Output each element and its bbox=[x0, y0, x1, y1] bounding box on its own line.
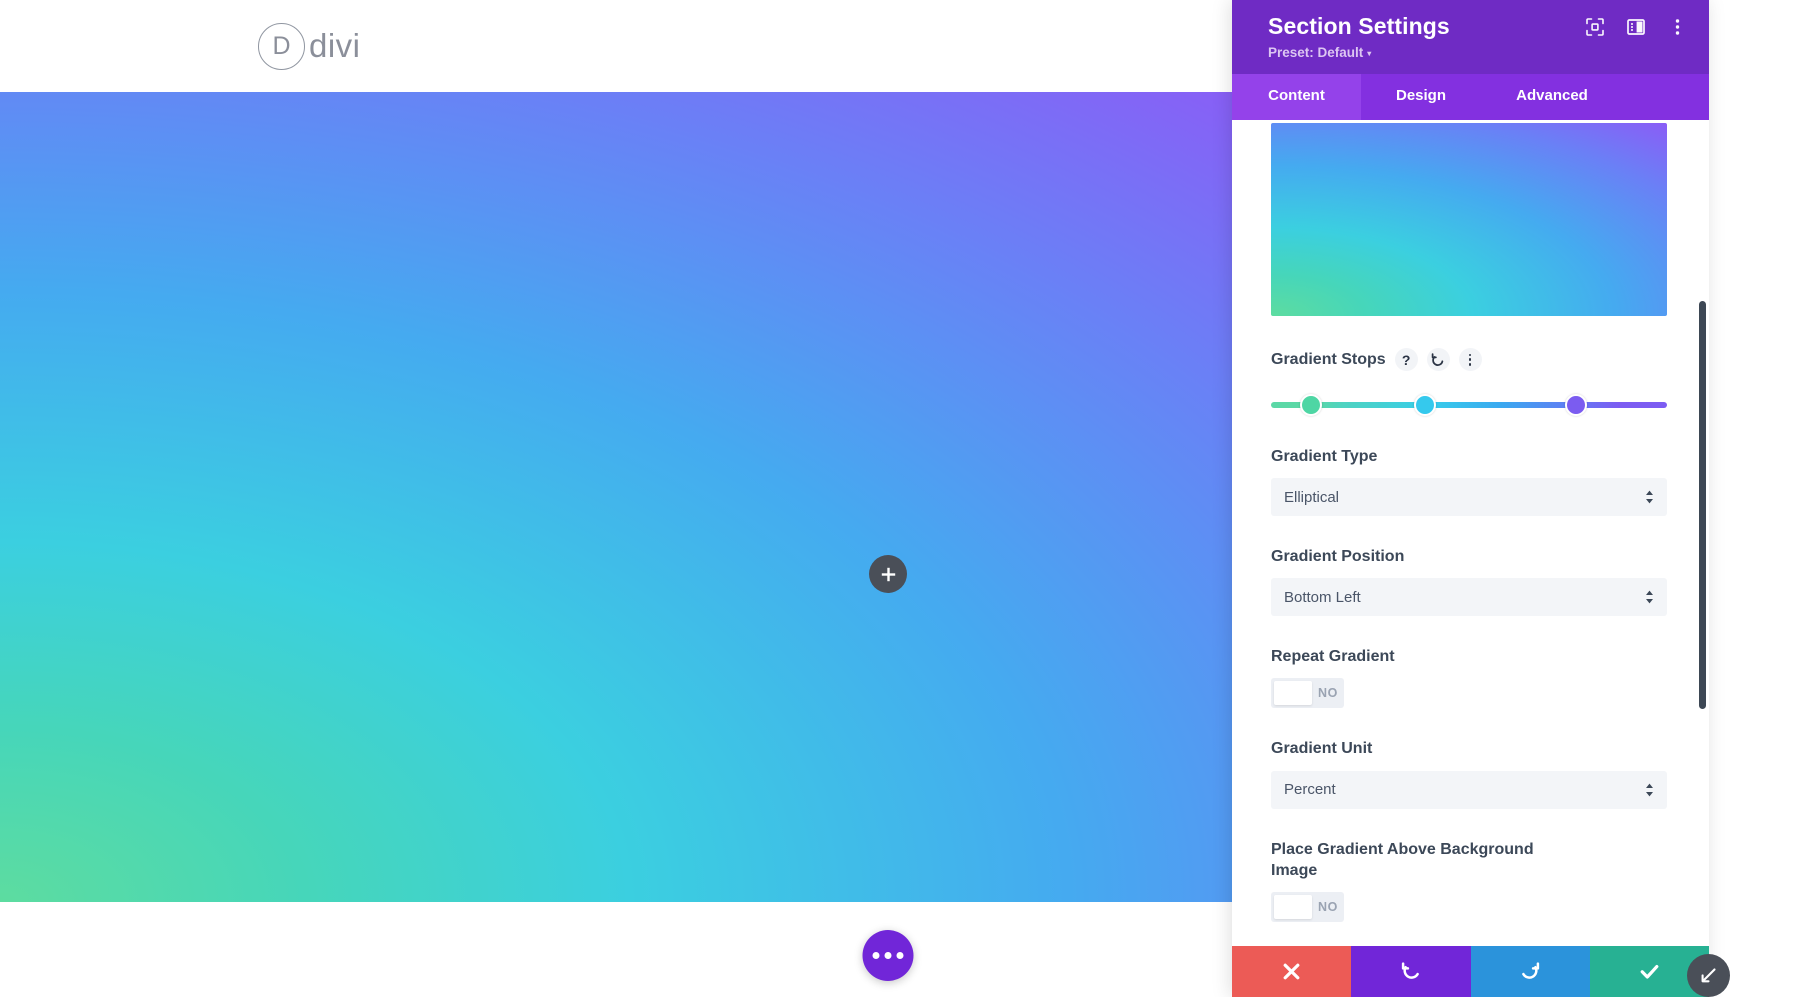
vertical-dots-icon[interactable] bbox=[1667, 17, 1687, 37]
dot bbox=[1468, 362, 1472, 366]
focus-target-icon[interactable] bbox=[1585, 17, 1605, 37]
gradient-position-select[interactable]: Bottom Left bbox=[1271, 578, 1667, 617]
gradient-stops-header: Gradient Stops ? bbox=[1271, 348, 1670, 372]
modal-body-scroll-area[interactable]: Gradient Stops ? Gradient Type Elliptica… bbox=[1232, 120, 1709, 946]
layout-panel-icon[interactable] bbox=[1626, 17, 1646, 37]
gradient-unit-label: Gradient Unit bbox=[1271, 740, 1373, 758]
chevron-down-icon: ▾ bbox=[1367, 49, 1372, 59]
preset-label: Preset: Default bbox=[1268, 45, 1364, 61]
gradient-position-value: Bottom Left bbox=[1284, 588, 1361, 606]
gradient-stop-handle-3[interactable] bbox=[1564, 394, 1587, 417]
modal-title-block: Section Settings Preset: Default ▾ bbox=[1268, 11, 1450, 62]
gradient-stop-handle-1[interactable] bbox=[1299, 394, 1322, 417]
gradient-stop-handle-2[interactable] bbox=[1414, 394, 1437, 417]
modal-scrollbar-track[interactable] bbox=[1698, 120, 1709, 946]
gradient-preview-swatch[interactable] bbox=[1271, 123, 1667, 317]
resize-diagonal-icon bbox=[1701, 968, 1716, 983]
gradient-stops-slider[interactable] bbox=[1271, 394, 1667, 417]
place-gradient-above-image-label: Place Gradient Above Background Image bbox=[1271, 840, 1534, 879]
close-icon bbox=[1283, 963, 1300, 980]
preset-selector[interactable]: Preset: Default ▾ bbox=[1268, 45, 1371, 60]
gradient-unit-select[interactable]: Percent bbox=[1271, 770, 1667, 809]
modal-title: Section Settings bbox=[1268, 13, 1450, 39]
add-section-button[interactable] bbox=[869, 555, 907, 593]
help-icon[interactable]: ? bbox=[1394, 348, 1418, 372]
gradient-unit-value: Percent bbox=[1284, 781, 1336, 799]
dot bbox=[1468, 358, 1472, 361]
divi-logo-mark: D bbox=[258, 22, 305, 70]
dot bbox=[1468, 353, 1472, 357]
repeat-gradient-label: Repeat Gradient bbox=[1271, 648, 1395, 666]
chevron-updown-icon bbox=[1645, 490, 1654, 504]
modal-scrollbar-thumb[interactable] bbox=[1699, 301, 1706, 710]
check-icon bbox=[1640, 965, 1659, 979]
chevron-updown-icon bbox=[1645, 783, 1654, 797]
repeat-gradient-toggle[interactable]: NO bbox=[1271, 678, 1344, 709]
gradient-position-label: Gradient Position bbox=[1271, 548, 1405, 566]
discard-button[interactable] bbox=[1232, 946, 1352, 997]
divi-logo: D divi bbox=[258, 22, 361, 70]
gradient-stops-label: Gradient Stops bbox=[1271, 351, 1386, 369]
gradient-type-select[interactable]: Elliptical bbox=[1271, 478, 1667, 517]
ellipsis-dot bbox=[896, 952, 904, 959]
site-header: D divi bbox=[0, 0, 1232, 92]
tab-advanced[interactable]: Advanced bbox=[1481, 74, 1623, 120]
place-gradient-above-image-toggle[interactable]: NO bbox=[1271, 891, 1344, 922]
ellipsis-dot bbox=[872, 952, 880, 959]
modal-resize-handle[interactable] bbox=[1687, 954, 1730, 997]
toggle-knob bbox=[1274, 894, 1312, 919]
ellipsis-dot bbox=[884, 952, 892, 959]
redo-icon bbox=[1522, 961, 1540, 979]
modal-action-bar bbox=[1232, 946, 1709, 997]
undo-icon bbox=[1401, 961, 1419, 979]
gradient-type-label: Gradient Type bbox=[1271, 448, 1378, 466]
hero-section-gradient bbox=[0, 92, 1232, 902]
repeat-gradient-state: NO bbox=[1318, 686, 1338, 701]
gradient-type-value: Elliptical bbox=[1284, 488, 1340, 506]
chevron-updown-icon bbox=[1645, 590, 1654, 604]
undo-button[interactable] bbox=[1351, 946, 1471, 997]
modal-header-icons bbox=[1585, 11, 1687, 37]
modal-header: Section Settings Preset: Default ▾ bbox=[1232, 0, 1709, 75]
toggle-knob bbox=[1274, 681, 1312, 706]
plus-icon bbox=[881, 567, 895, 581]
redo-button[interactable] bbox=[1470, 946, 1590, 997]
gradient-stops-options-icon[interactable] bbox=[1458, 348, 1482, 372]
gradient-stops-track[interactable] bbox=[1271, 402, 1667, 409]
divi-logo-text: divi bbox=[309, 27, 361, 64]
tab-design[interactable]: Design bbox=[1361, 74, 1481, 120]
section-settings-modal: Section Settings Preset: Default ▾ Conte… bbox=[1232, 0, 1709, 997]
place-gradient-above-image-state: NO bbox=[1318, 899, 1338, 914]
tab-content[interactable]: Content bbox=[1232, 74, 1361, 121]
reset-icon[interactable] bbox=[1426, 348, 1450, 372]
page-settings-button[interactable] bbox=[862, 930, 914, 981]
page-footer-strip bbox=[0, 902, 1232, 997]
modal-tabs: Content Design Advanced bbox=[1232, 74, 1709, 121]
